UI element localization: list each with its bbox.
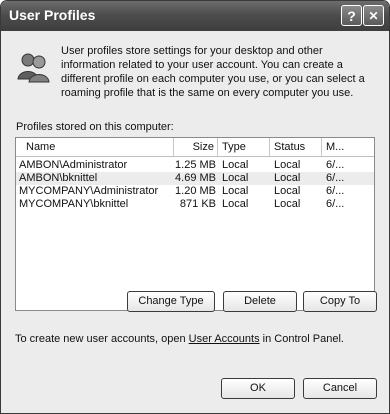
table-row[interactable]: AMBON\bknittel 4.69 MB Local Local 6/... (16, 172, 374, 185)
cell-modified: 6/... (326, 198, 345, 210)
cancel-button[interactable]: Cancel (303, 378, 377, 399)
cell-status: Local (274, 172, 301, 184)
column-header-name[interactable]: Name (16, 138, 174, 156)
column-header-modified[interactable]: M... (322, 138, 360, 156)
dialog-body: User profiles store settings for your de… (5, 31, 385, 409)
cell-name: MYCOMPANY\bknittel (19, 198, 129, 210)
cell-modified: 6/... (326, 172, 345, 184)
footer-text-after: in Control Panel. (259, 333, 344, 345)
cell-type: Local (222, 198, 249, 210)
copy-to-button[interactable]: Copy To (303, 291, 377, 312)
user-profiles-dialog: User Profiles ? ✕ User profiles store se… (0, 0, 390, 414)
cell-status: Local (274, 198, 301, 210)
profiles-list[interactable]: Name Size Type Status M... AMBON\Adminis… (15, 137, 375, 311)
cell-name: AMBON\bknittel (19, 172, 98, 184)
cell-size: 1.20 MB (175, 185, 216, 197)
cell-name: AMBON\Administrator (19, 159, 128, 171)
window-title: User Profiles (9, 7, 96, 23)
help-button[interactable]: ? (341, 5, 362, 26)
delete-button[interactable]: Delete (223, 291, 297, 312)
profiles-label: Profiles stored on this computer: (16, 121, 174, 133)
cell-status: Local (274, 159, 301, 171)
cell-name: MYCOMPANY\Administrator (19, 185, 159, 197)
cell-size: 4.69 MB (175, 172, 216, 184)
change-type-button[interactable]: Change Type (127, 291, 215, 312)
ok-button[interactable]: OK (221, 378, 295, 399)
title-bar: User Profiles ? ✕ (1, 1, 389, 31)
intro-text: User profiles store settings for your de… (61, 45, 365, 99)
footer-text: To create new user accounts, open User A… (15, 333, 344, 345)
table-row[interactable]: MYCOMPANY\bknittel 871 KB Local Local 6/… (16, 198, 374, 211)
cell-modified: 6/... (326, 185, 345, 197)
cell-status: Local (274, 185, 301, 197)
cell-type: Local (222, 159, 249, 171)
footer-text-before: To create new user accounts, open (15, 333, 189, 345)
table-row[interactable]: MYCOMPANY\Administrator 1.20 MB Local Lo… (16, 185, 374, 198)
user-accounts-link[interactable]: User Accounts (189, 333, 260, 345)
table-row[interactable]: AMBON\Administrator 1.25 MB Local Local … (16, 159, 374, 172)
list-header: Name Size Type Status M... (16, 138, 374, 157)
cell-type: Local (222, 172, 249, 184)
column-header-status[interactable]: Status (270, 138, 322, 156)
users-icon (17, 53, 50, 83)
close-button[interactable]: ✕ (363, 5, 384, 26)
column-header-size[interactable]: Size (174, 138, 218, 156)
cell-size: 1.25 MB (175, 159, 216, 171)
column-header-type[interactable]: Type (218, 138, 270, 156)
cell-size: 871 KB (179, 198, 216, 210)
cell-modified: 6/... (326, 159, 345, 171)
cell-type: Local (222, 185, 249, 197)
